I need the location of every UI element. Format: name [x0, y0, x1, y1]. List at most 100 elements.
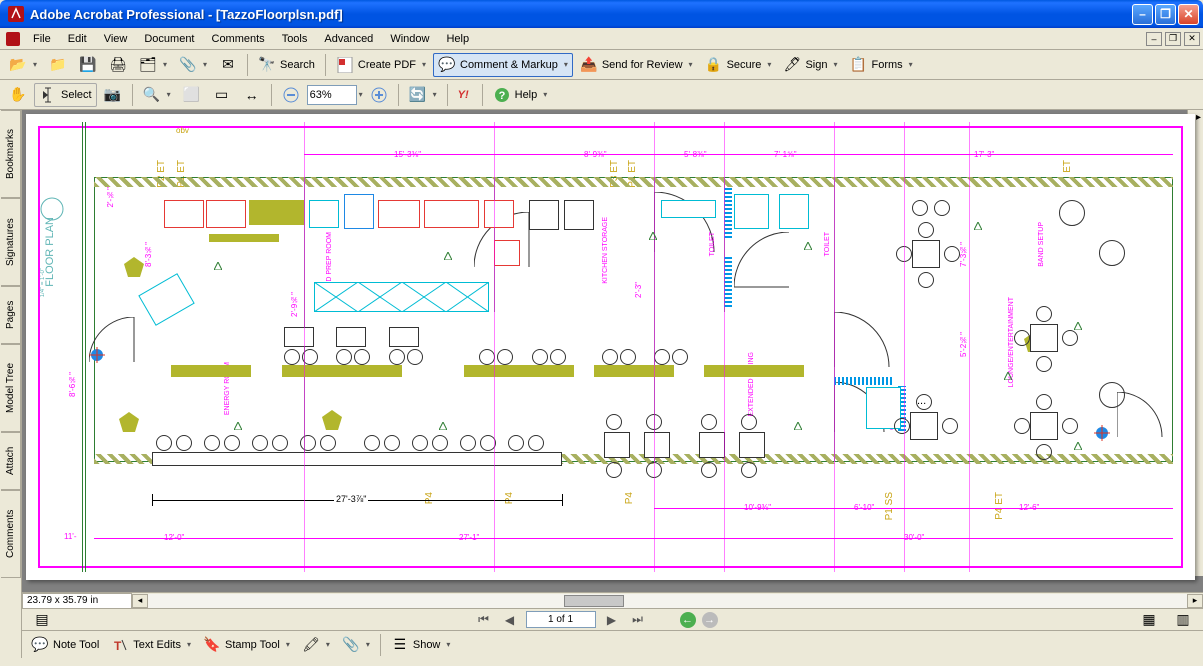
open-button[interactable]: 📂 [4, 53, 42, 77]
tab-model-tree[interactable]: Model Tree [1, 344, 21, 432]
back-button[interactable]: ← [680, 612, 696, 628]
zoom-in-circle-button[interactable] [365, 83, 393, 107]
folder-button[interactable]: 📁 [44, 53, 72, 77]
minimize-button[interactable]: – [1132, 4, 1153, 25]
layout-single-button[interactable]: ▤ [28, 608, 56, 632]
menu-comments[interactable]: Comments [204, 31, 273, 47]
save-icon: 💾 [79, 56, 97, 74]
menu-window[interactable]: Window [382, 31, 437, 47]
prev-page-button[interactable]: ◀ [500, 611, 520, 629]
minus-icon [282, 86, 300, 104]
rotate-button[interactable]: 🔄 [404, 83, 442, 107]
mdi-close-button[interactable]: ✕ [1184, 32, 1200, 46]
tab-signatures[interactable]: Signatures [1, 198, 21, 286]
zoom-input[interactable] [307, 85, 357, 105]
maximize-button[interactable]: ❐ [1155, 4, 1176, 25]
dim-left-4: 11'- [64, 532, 77, 541]
secure-button[interactable]: 🔒Secure [700, 53, 777, 77]
horizontal-scrollbar-row: 23.79 x 35.79 in ◂ ▸ [22, 592, 1203, 608]
menu-tools[interactable]: Tools [274, 31, 316, 47]
note-tool-button[interactable]: 💬Note Tool [26, 633, 104, 657]
hand-icon: ✋ [9, 86, 27, 104]
filter-icon: ☰ [391, 636, 409, 654]
note-icon: 💬 [31, 636, 49, 654]
tag-p4et: P4 ET [994, 492, 1005, 520]
scroll-thumb[interactable] [564, 595, 624, 607]
hand-tool-button[interactable]: ✋ [4, 83, 32, 107]
print-button[interactable]: 🖨 [104, 53, 132, 77]
attach-file-button[interactable]: 📎 [337, 633, 375, 657]
organizer-icon: 🗂 [139, 56, 157, 74]
menu-file[interactable]: File [25, 31, 59, 47]
select-tool-button[interactable]: Select [34, 83, 97, 107]
search-button[interactable]: 🔭Search [253, 53, 320, 77]
forms-button[interactable]: 📋Forms [844, 53, 917, 77]
document-area[interactable]: ▸ FLOOR PLAN 1/4" = 1'-0" P1 ET P2 ET P3… [22, 110, 1203, 592]
organizer-button[interactable]: 🗂 [134, 53, 172, 77]
title-bar: Adobe Acrobat Professional - [TazzoFloor… [0, 0, 1203, 28]
stamp-tool-button[interactable]: 🔖Stamp Tool [198, 633, 295, 657]
tab-bookmarks[interactable]: Bookmarks [1, 110, 21, 198]
attach-button[interactable]: 📎 [174, 53, 212, 77]
zoom-in-button[interactable]: 🔍 [138, 83, 176, 107]
yahoo-button[interactable]: Y! [453, 83, 477, 107]
actual-size-button[interactable]: ⬜ [178, 83, 206, 107]
first-page-button[interactable]: ⏮ [474, 611, 494, 629]
menu-view[interactable]: View [96, 31, 136, 47]
close-button[interactable]: ✕ [1178, 4, 1199, 25]
menu-advanced[interactable]: Advanced [316, 31, 381, 47]
pdf-page: FLOOR PLAN 1/4" = 1'-0" P1 ET P2 ET P3 E… [26, 114, 1195, 580]
binoculars-icon: 🔭 [258, 56, 276, 74]
last-page-button[interactable]: ⏭ [628, 611, 648, 629]
tab-attach[interactable]: Attach [1, 432, 21, 490]
fit-page-button[interactable]: ▭ [208, 83, 236, 107]
room-kitchen-storage: KITCHEN STORAGE [602, 217, 609, 284]
plan-scale: 1/4" = 1'-0" [40, 268, 46, 297]
email-button[interactable]: ✉ [214, 53, 242, 77]
help-button[interactable]: ?Help [488, 83, 553, 107]
tag-ss: P1 SS [884, 492, 895, 520]
toolbar-secondary: ✋ Select 📷 🔍 ⬜ ▭ ↔ ▾ 🔄 Y! ?Help [0, 80, 1203, 110]
comment-markup-button[interactable]: 💬Comment & Markup [433, 53, 573, 77]
save-button[interactable]: 💾 [74, 53, 102, 77]
scroll-right-button[interactable]: ▸ [1187, 594, 1203, 608]
mdi-minimize-button[interactable]: – [1146, 32, 1162, 46]
fit-width-icon: ↔ [243, 86, 261, 104]
highlighter-button[interactable]: 🖍 [297, 633, 335, 657]
menu-edit[interactable]: Edit [60, 31, 95, 47]
dim-left-0: 8'-6⅝" [68, 372, 77, 397]
menu-help[interactable]: Help [438, 31, 477, 47]
page-number-input[interactable] [526, 611, 596, 628]
send-icon: 📤 [580, 56, 598, 74]
facing-button[interactable]: ▥ [1169, 608, 1197, 632]
zoom-out-button[interactable] [277, 83, 305, 107]
tag-p4b: P4 [504, 492, 515, 504]
forward-button[interactable]: → [702, 612, 718, 628]
fit-page-icon: ▭ [213, 86, 231, 104]
sign-button[interactable]: 🖊Sign [778, 53, 842, 77]
create-pdf-button[interactable]: Create PDF [331, 53, 431, 77]
snapshot-button[interactable]: 📷 [99, 83, 127, 107]
room-toilet-1: TOILET [709, 232, 716, 256]
send-review-button[interactable]: 📤Send for Review [575, 53, 698, 77]
menu-bar: File Edit View Document Comments Tools A… [0, 28, 1203, 50]
mdi-restore-button[interactable]: ❐ [1165, 32, 1181, 46]
text-edits-button[interactable]: TText Edits [106, 633, 196, 657]
scroll-left-button[interactable]: ◂ [132, 594, 148, 608]
fit-width-button[interactable]: ↔ [238, 83, 266, 107]
highlighter-icon: 🖍 [302, 636, 320, 654]
continuous-button[interactable]: ▦ [1135, 608, 1163, 632]
show-button[interactable]: ☰Show [386, 633, 456, 657]
svg-text:T: T [114, 639, 122, 653]
doc-icon [6, 32, 20, 46]
scroll-track[interactable] [148, 594, 1187, 608]
room-band-setup: BAND SETUP [1038, 222, 1045, 267]
tab-comments[interactable]: Comments [1, 490, 21, 578]
folder-open-icon: 📂 [9, 56, 27, 74]
menu-document[interactable]: Document [136, 31, 202, 47]
room-toilet-2: TOILET [824, 232, 831, 256]
tab-pages[interactable]: Pages [1, 286, 21, 344]
next-page-button[interactable]: ▶ [602, 611, 622, 629]
help-icon: ? [493, 86, 511, 104]
paperclip-icon: 📎 [342, 636, 360, 654]
